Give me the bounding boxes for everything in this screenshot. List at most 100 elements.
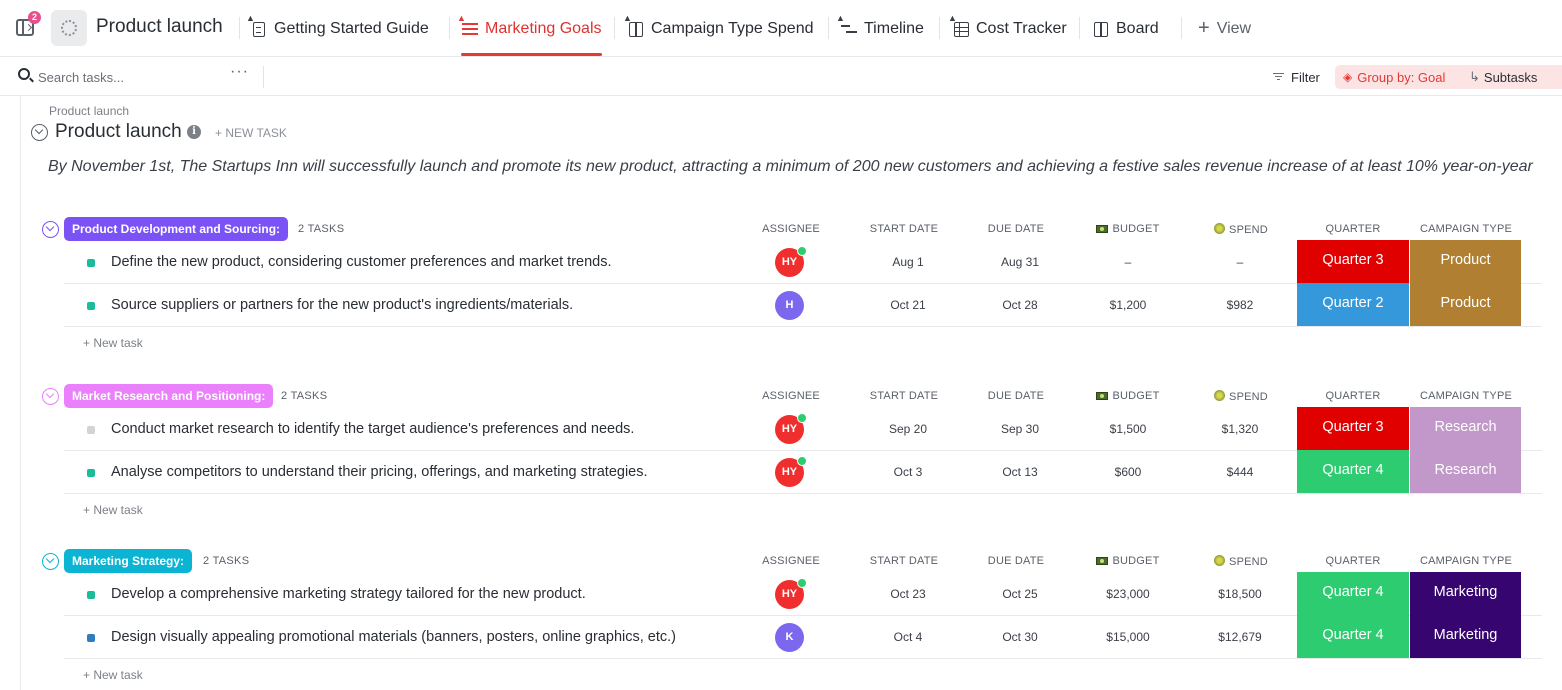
- spend-value[interactable]: $1,320: [1195, 422, 1285, 436]
- quarter-pill[interactable]: Quarter 4: [1297, 572, 1409, 615]
- space-icon[interactable]: [51, 10, 87, 46]
- assignee-avatar[interactable]: HY: [775, 246, 807, 277]
- spend-value[interactable]: –: [1195, 255, 1285, 269]
- campaign-type-pill[interactable]: Marketing: [1410, 572, 1521, 615]
- quarter-pill[interactable]: Quarter 3: [1297, 240, 1409, 283]
- spend-value[interactable]: $18,500: [1195, 587, 1285, 601]
- task-name[interactable]: Define the new product, considering cust…: [111, 254, 612, 270]
- column-header-due-date[interactable]: DUE DATE: [980, 223, 1052, 235]
- budget-value[interactable]: $15,000: [1083, 630, 1173, 644]
- campaign-type-pill[interactable]: Marketing: [1410, 615, 1521, 658]
- add-task-button[interactable]: + New task: [83, 503, 143, 517]
- subtasks-button[interactable]: ↳ Subtasks: [1469, 65, 1537, 89]
- column-header-budget[interactable]: BUDGET: [1088, 223, 1168, 235]
- status-icon[interactable]: [87, 634, 95, 642]
- collapse-group-icon[interactable]: [42, 221, 59, 238]
- tab-board[interactable]: Board: [1092, 0, 1159, 57]
- budget-value[interactable]: $1,500: [1083, 422, 1173, 436]
- quarter-pill[interactable]: Quarter 4: [1297, 615, 1409, 658]
- task-row[interactable]: Design visually appealing promotional ma…: [64, 615, 1542, 659]
- tab-marketing-goals[interactable]: ▲ Marketing Goals: [457, 0, 602, 57]
- assignee-avatar[interactable]: HY: [775, 456, 807, 487]
- column-header-assignee[interactable]: ASSIGNEE: [755, 223, 827, 235]
- due-date[interactable]: Aug 31: [975, 255, 1065, 269]
- spend-value[interactable]: $982: [1195, 298, 1285, 312]
- quarter-pill[interactable]: Quarter 3: [1297, 407, 1409, 450]
- breadcrumb[interactable]: Product launch: [49, 104, 129, 118]
- start-date[interactable]: Oct 3: [863, 465, 953, 479]
- tab-timeline[interactable]: ▲ Timeline: [836, 0, 924, 57]
- tab-campaign-type-spend[interactable]: ▲ Campaign Type Spend: [623, 0, 813, 57]
- due-date[interactable]: Oct 30: [975, 630, 1065, 644]
- group-label[interactable]: Product Development and Sourcing:: [64, 217, 289, 241]
- collapse-group-icon[interactable]: [42, 553, 59, 570]
- more-options-button[interactable]: ···: [230, 63, 249, 81]
- add-task-button[interactable]: + New task: [83, 336, 143, 350]
- assignee-avatar[interactable]: H: [775, 291, 804, 320]
- column-header-quarter[interactable]: QUARTER: [1297, 223, 1409, 235]
- status-icon[interactable]: [87, 259, 95, 267]
- status-icon[interactable]: [87, 591, 95, 599]
- task-name[interactable]: Source suppliers or partners for the new…: [111, 297, 573, 313]
- start-date[interactable]: Aug 1: [863, 255, 953, 269]
- due-date[interactable]: Oct 25: [975, 587, 1065, 601]
- assignee-avatar[interactable]: HY: [775, 578, 807, 609]
- column-header-spend[interactable]: SPEND: [1206, 390, 1276, 403]
- task-row[interactable]: Analyse competitors to understand their …: [64, 450, 1542, 494]
- column-header-due-date[interactable]: DUE DATE: [980, 390, 1052, 402]
- column-header-quarter[interactable]: QUARTER: [1297, 390, 1409, 402]
- column-header-campaign-type[interactable]: CAMPAIGN TYPE: [1410, 223, 1522, 235]
- campaign-type-pill[interactable]: Research: [1410, 450, 1521, 493]
- column-header-campaign-type[interactable]: CAMPAIGN TYPE: [1410, 555, 1522, 567]
- column-header-start-date[interactable]: START DATE: [863, 223, 945, 235]
- status-icon[interactable]: [87, 302, 95, 310]
- column-header-start-date[interactable]: START DATE: [863, 390, 945, 402]
- start-date[interactable]: Sep 20: [863, 422, 953, 436]
- due-date[interactable]: Oct 13: [975, 465, 1065, 479]
- new-task-button[interactable]: + NEW TASK: [215, 126, 287, 140]
- assignee-avatar[interactable]: HY: [775, 413, 807, 444]
- status-icon[interactable]: [87, 426, 95, 434]
- campaign-type-pill[interactable]: Product: [1410, 240, 1521, 283]
- task-row[interactable]: Define the new product, considering cust…: [64, 240, 1542, 284]
- column-header-start-date[interactable]: START DATE: [863, 555, 945, 567]
- start-date[interactable]: Oct 4: [863, 630, 953, 644]
- task-row[interactable]: Source suppliers or partners for the new…: [64, 283, 1542, 327]
- filter-button[interactable]: Filter: [1273, 65, 1320, 89]
- group-label[interactable]: Marketing Strategy:: [64, 549, 193, 573]
- collapse-group-icon[interactable]: [42, 388, 59, 405]
- column-header-budget[interactable]: BUDGET: [1088, 555, 1168, 567]
- quarter-pill[interactable]: Quarter 2: [1297, 283, 1409, 326]
- column-header-budget[interactable]: BUDGET: [1088, 390, 1168, 402]
- campaign-type-pill[interactable]: Product: [1410, 283, 1521, 326]
- task-name[interactable]: Develop a comprehensive marketing strate…: [111, 586, 586, 602]
- task-row[interactable]: Conduct market research to identify the …: [64, 407, 1542, 451]
- status-icon[interactable]: [87, 469, 95, 477]
- budget-value[interactable]: $600: [1083, 465, 1173, 479]
- column-header-spend[interactable]: SPEND: [1206, 223, 1276, 236]
- column-header-quarter[interactable]: QUARTER: [1297, 555, 1409, 567]
- column-header-campaign-type[interactable]: CAMPAIGN TYPE: [1410, 390, 1522, 402]
- group-label[interactable]: Market Research and Positioning:: [64, 384, 274, 408]
- column-header-spend[interactable]: SPEND: [1206, 555, 1276, 568]
- task-name[interactable]: Conduct market research to identify the …: [111, 421, 634, 437]
- assignee-avatar[interactable]: K: [775, 623, 804, 652]
- info-icon[interactable]: i: [187, 125, 201, 139]
- column-header-assignee[interactable]: ASSIGNEE: [755, 390, 827, 402]
- due-date[interactable]: Sep 30: [975, 422, 1065, 436]
- add-view-button[interactable]: + View: [1198, 0, 1251, 57]
- collapse-list-icon[interactable]: [31, 124, 48, 141]
- budget-value[interactable]: $1,200: [1083, 298, 1173, 312]
- search-input[interactable]: [38, 66, 218, 88]
- campaign-type-pill[interactable]: Research: [1410, 407, 1521, 450]
- start-date[interactable]: Oct 21: [863, 298, 953, 312]
- task-name[interactable]: Design visually appealing promotional ma…: [111, 629, 676, 645]
- task-name[interactable]: Analyse competitors to understand their …: [111, 464, 648, 480]
- spend-value[interactable]: $444: [1195, 465, 1285, 479]
- budget-value[interactable]: –: [1083, 255, 1173, 269]
- start-date[interactable]: Oct 23: [863, 587, 953, 601]
- budget-value[interactable]: $23,000: [1083, 587, 1173, 601]
- tab-getting-started-guide[interactable]: ▲ Getting Started Guide: [246, 0, 429, 57]
- add-task-button[interactable]: + New task: [83, 668, 143, 682]
- due-date[interactable]: Oct 28: [975, 298, 1065, 312]
